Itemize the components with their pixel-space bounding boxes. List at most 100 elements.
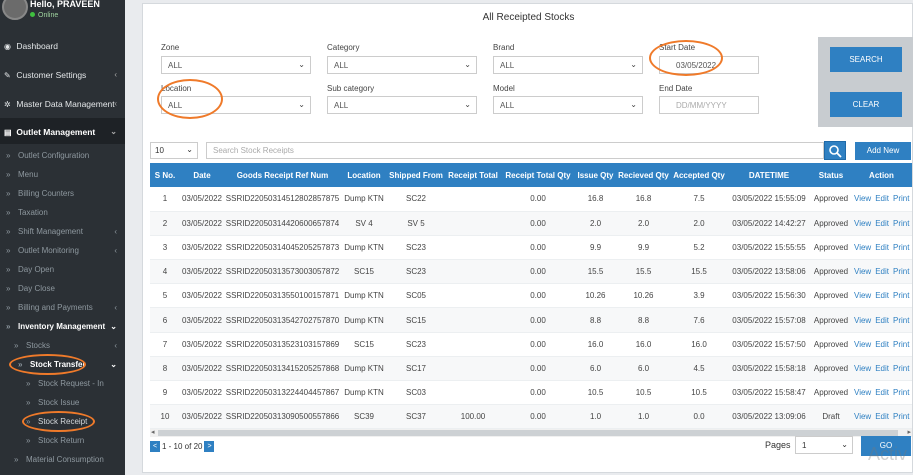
sidebar-item-master-data[interactable]: ✲ Master Data Management ‹	[0, 99, 125, 109]
col-header[interactable]: Accepted Qty	[671, 163, 727, 187]
prev-page-button[interactable]: <	[150, 441, 160, 452]
scrollbar-thumb[interactable]	[158, 430, 898, 436]
sidebar-sub-stock-issue[interactable]: » Stock Issue	[0, 398, 125, 407]
edit-link[interactable]: Edit	[875, 364, 889, 373]
sidebar-item-customer-settings[interactable]: ✎ Customer Settings ‹	[0, 70, 125, 80]
receipt-total-qty-cell: 0.00	[501, 259, 575, 285]
col-header[interactable]: Recieved Qty	[616, 163, 671, 187]
view-link[interactable]: View	[854, 340, 871, 349]
print-link[interactable]: Print	[893, 267, 909, 276]
sidebar-sub-menu[interactable]: » Menu	[0, 170, 125, 179]
datetime-cell: 03/05/2022 15:55:09	[727, 187, 811, 212]
edit-link[interactable]: Edit	[875, 412, 889, 421]
edit-link[interactable]: Edit	[875, 388, 889, 397]
view-link[interactable]: View	[854, 267, 871, 276]
chevron-down-icon: ⌄	[110, 127, 117, 136]
print-link[interactable]: Print	[893, 412, 909, 421]
print-link[interactable]: Print	[893, 340, 909, 349]
zone-select[interactable]: ALL ⌄	[161, 56, 311, 74]
datetime-cell: 03/05/2022 15:55:55	[727, 235, 811, 261]
category-select[interactable]: ALL ⌄	[327, 56, 477, 74]
col-header[interactable]: Issue Qty	[575, 163, 616, 187]
model-select[interactable]: ALL ⌄	[493, 96, 643, 114]
print-link[interactable]: Print	[893, 316, 909, 325]
edit-link[interactable]: Edit	[875, 291, 889, 300]
sub-category-select[interactable]: ALL ⌄	[327, 96, 477, 114]
ref-num-cell: SSRID220503140452052578​73	[224, 235, 341, 261]
view-link[interactable]: View	[854, 412, 871, 421]
sidebar-sub-label: Stock Request - In	[38, 379, 104, 388]
edit-link[interactable]: Edit	[875, 340, 889, 349]
double-arrow-icon: »	[26, 379, 31, 388]
add-new-button[interactable]: Add New	[855, 142, 911, 160]
next-page-button[interactable]: >	[204, 441, 215, 452]
col-header[interactable]: Date	[180, 163, 224, 187]
sidebar-sub-day-close[interactable]: » Day Close	[0, 284, 125, 293]
filter-section: Zone ALL ⌄ Category ALL ⌄ Brand ALL ⌄ Start…	[143, 36, 913, 131]
brand-label: Brand	[493, 43, 515, 52]
receipt-total-cell	[445, 211, 501, 236]
col-header[interactable]: Shipped From	[387, 163, 445, 187]
date-cell: 03/05/2022	[180, 307, 224, 333]
sidebar-sub-shift-management[interactable]: » Shift Management ‹	[0, 227, 125, 236]
view-link[interactable]: View	[854, 364, 871, 373]
print-link[interactable]: Print	[893, 243, 909, 252]
sidebar-sub-taxation[interactable]: » Taxation	[0, 208, 125, 217]
edit-link[interactable]: Edit	[875, 219, 889, 228]
print-link[interactable]: Print	[893, 364, 909, 373]
col-header[interactable]: Status	[811, 163, 851, 187]
edit-link[interactable]: Edit	[875, 316, 889, 325]
search-icon-button[interactable]	[824, 141, 846, 160]
sidebar-sub-stock-request-in[interactable]: » Stock Request - In	[0, 379, 125, 388]
view-link[interactable]: View	[854, 243, 871, 252]
col-header[interactable]: Receipt Total	[445, 163, 501, 187]
sidebar-item-dashboard[interactable]: ◉ Dashboard	[0, 41, 125, 51]
per-page-select[interactable]: 10 ⌄	[150, 142, 198, 159]
shipped-from-cell: SC37	[387, 404, 445, 430]
sidebar-sub-day-open[interactable]: » Day Open	[0, 265, 125, 274]
issue-qty-cell: 2.0	[575, 211, 616, 236]
view-link[interactable]: View	[854, 219, 871, 228]
sidebar-sub-billing-payments[interactable]: » Billing and Payments ‹	[0, 303, 125, 312]
datetime-cell: 03/05/2022 14:42:27	[727, 211, 811, 236]
view-link[interactable]: View	[854, 388, 871, 397]
accepted-qty-cell: 4.5	[671, 356, 727, 382]
col-header[interactable]: Location	[341, 163, 387, 187]
print-link[interactable]: Print	[893, 388, 909, 397]
chevron-down-icon: ⌄	[464, 100, 471, 109]
sidebar-sub-material-consumption[interactable]: » Material Consumption	[0, 455, 125, 464]
activation-watermark: Activ	[868, 444, 908, 464]
col-header[interactable]: Goods Receipt Ref Num	[224, 163, 341, 187]
search-input[interactable]: Search Stock Receipts	[206, 142, 824, 159]
edit-link[interactable]: Edit	[875, 267, 889, 276]
edit-link[interactable]: Edit	[875, 243, 889, 252]
print-link[interactable]: Print	[893, 219, 909, 228]
view-link[interactable]: View	[854, 291, 871, 300]
col-header[interactable]: DATETIME	[727, 163, 811, 187]
col-header[interactable]: S No.	[150, 163, 180, 187]
clear-button[interactable]: CLEAR	[830, 92, 902, 117]
brand-select[interactable]: ALL ⌄	[493, 56, 643, 74]
table-row: 4 03/05/2022 SSRID220503135730030578​72 SC1…	[150, 259, 912, 285]
pages-select[interactable]: 1 ⌄	[795, 436, 853, 454]
print-link[interactable]: Print	[893, 194, 909, 203]
sidebar-sub-inventory-management[interactable]: » Inventory Management ⌄	[0, 322, 125, 331]
search-button[interactable]: SEARCH	[830, 47, 902, 72]
sidebar-sub-billing-counters[interactable]: » Billing Counters	[0, 189, 125, 198]
end-date-input[interactable]: DD/MM/YYYY	[659, 96, 759, 114]
ref-num-cell: SSRID220503145128028578​75	[224, 187, 341, 212]
sidebar-sub-outlet-configuration[interactable]: » Outlet Configuration	[0, 151, 125, 160]
chevron-down-icon: ⌄	[630, 100, 637, 109]
scroll-left-icon[interactable]: ◂	[151, 428, 155, 436]
sidebar-sub-stock-return[interactable]: » Stock Return	[0, 436, 125, 445]
col-header[interactable]: Receipt Total Qty	[501, 163, 575, 187]
double-arrow-icon: »	[6, 208, 11, 217]
print-link[interactable]: Print	[893, 291, 909, 300]
scroll-right-icon[interactable]: ▸	[907, 428, 911, 436]
view-link[interactable]: View	[854, 316, 871, 325]
edit-link[interactable]: Edit	[875, 194, 889, 203]
view-link[interactable]: View	[854, 194, 871, 203]
sidebar-sub-outlet-monitoring[interactable]: » Outlet Monitoring ‹	[0, 246, 125, 255]
sidebar-sub-stocks[interactable]: » Stocks ‹	[0, 341, 125, 350]
sidebar-item-outlet-management[interactable]: ▤ Outlet Management ⌄	[0, 127, 125, 137]
